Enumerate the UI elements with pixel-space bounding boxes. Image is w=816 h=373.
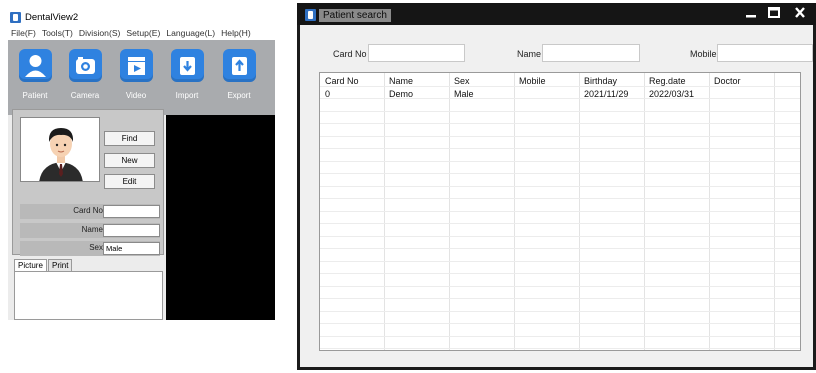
- window-title: DentalView2: [25, 12, 79, 23]
- maximize-icon: [768, 7, 780, 18]
- title-bar: Patient search: [297, 3, 816, 25]
- table-cell[interactable]: Demo: [389, 89, 413, 99]
- toolbar: Patient Camera Video Import Export: [8, 40, 275, 115]
- row-divider: [320, 223, 800, 224]
- export-button[interactable]: Export: [220, 49, 258, 100]
- close-icon: [795, 7, 805, 18]
- row-divider: [320, 248, 800, 249]
- column-header[interactable]: Birthday: [584, 76, 617, 86]
- row-divider: [320, 336, 800, 337]
- camera-icon: [68, 49, 102, 82]
- name-label: Name: [81, 225, 103, 234]
- mobile-search-input[interactable]: [717, 44, 813, 62]
- column-header[interactable]: Mobile: [519, 76, 546, 86]
- video-button[interactable]: Video: [117, 49, 155, 100]
- name-search-label: Name: [517, 49, 542, 59]
- row-divider: [320, 186, 800, 187]
- row-divider: [320, 273, 800, 274]
- card-no-search-label: Card No: [333, 49, 367, 59]
- row-divider: [320, 148, 800, 149]
- row-divider: [320, 311, 800, 312]
- row-divider: [320, 136, 800, 137]
- table-body: Card No Name Sex Mobile Birthday Reg.date Doct…: [320, 73, 800, 350]
- patient-panel: Find New Edit Card No Name Sex: [12, 109, 164, 256]
- table-cell[interactable]: 2022/03/31: [649, 89, 694, 99]
- import-icon: [170, 49, 204, 82]
- patient-photo: [20, 117, 100, 182]
- close-button[interactable]: [787, 3, 813, 23]
- edit-button[interactable]: Edit: [104, 174, 155, 189]
- row-divider: [320, 261, 800, 262]
- column-header[interactable]: Reg.date: [649, 76, 686, 86]
- column-header[interactable]: Name: [389, 76, 413, 86]
- row-divider: [320, 323, 800, 324]
- card-no-label: Card No: [73, 206, 103, 215]
- new-button[interactable]: New: [104, 153, 155, 168]
- table-cell[interactable]: Male: [454, 89, 474, 99]
- column-header[interactable]: Card No: [325, 76, 359, 86]
- avatar: [39, 128, 83, 181]
- tab-picture[interactable]: Picture: [14, 259, 47, 271]
- row-divider: [320, 348, 800, 349]
- maximize-button[interactable]: [761, 3, 787, 23]
- row-divider: [320, 111, 800, 112]
- table-cell[interactable]: 2021/11/29: [584, 89, 628, 99]
- row-divider: [320, 173, 800, 174]
- row-divider: [320, 198, 800, 199]
- menu-tools[interactable]: Tools(T): [39, 27, 76, 40]
- card-no-search-input[interactable]: [368, 44, 465, 62]
- sex-field[interactable]: [103, 242, 160, 255]
- card-no-row: Card No: [20, 204, 160, 219]
- bottom-tabs: Picture Print: [12, 259, 164, 271]
- tab-print[interactable]: Print: [48, 259, 73, 271]
- patient-table: Card No Name Sex Mobile Birthday Reg.date Doct…: [319, 72, 801, 351]
- mobile-search-label: Mobile: [690, 49, 717, 59]
- sex-label: Sex: [89, 243, 103, 252]
- app-icon: [305, 9, 316, 21]
- row-divider: [320, 298, 800, 299]
- name-search-input[interactable]: [542, 44, 640, 62]
- name-row: Name: [20, 223, 160, 238]
- dentalview-window: DentalView2 File(F) Tools(T) Division(S)…: [8, 9, 275, 320]
- picture-panel: [14, 271, 163, 320]
- import-label: Import: [175, 91, 199, 100]
- sex-row: Sex: [20, 241, 160, 256]
- card-no-field[interactable]: [103, 205, 160, 218]
- name-field[interactable]: [103, 224, 160, 237]
- row-divider: [320, 236, 800, 237]
- row-divider: [320, 211, 800, 212]
- person-icon: [18, 49, 52, 82]
- title-bar: DentalView2: [8, 9, 275, 27]
- camera-button[interactable]: Camera: [66, 49, 104, 100]
- export-icon: [222, 49, 256, 82]
- find-button[interactable]: Find: [104, 131, 155, 146]
- app-icon: [10, 12, 21, 23]
- column-header[interactable]: Doctor: [714, 76, 741, 86]
- export-label: Export: [227, 91, 251, 100]
- row-divider: [320, 123, 800, 124]
- row-divider: [320, 161, 800, 162]
- camera-label: Camera: [70, 91, 100, 100]
- window-title: Patient search: [319, 9, 391, 22]
- menu-language[interactable]: Language(L): [163, 27, 218, 40]
- row-divider: [320, 86, 800, 87]
- patient-button[interactable]: Patient: [16, 49, 54, 100]
- row-divider: [320, 286, 800, 287]
- menu-setup[interactable]: Setup(E): [123, 27, 163, 40]
- patient-search-window: Patient search Card No Name Mobile Card …: [297, 3, 816, 370]
- image-viewport: [166, 115, 275, 320]
- menu-file[interactable]: File(F): [8, 27, 39, 40]
- video-icon: [119, 49, 153, 82]
- menu-help[interactable]: Help(H): [218, 27, 254, 40]
- search-dialog-body: Card No Name Mobile Card No Name Sex Mobile…: [300, 25, 813, 367]
- menu-division[interactable]: Division(S): [76, 27, 124, 40]
- table-cell[interactable]: 0: [325, 89, 330, 99]
- patient-label: Patient: [22, 91, 48, 100]
- column-header[interactable]: Sex: [454, 76, 470, 86]
- import-button[interactable]: Import: [168, 49, 206, 100]
- menu-bar: File(F) Tools(T) Division(S) Setup(E) La…: [8, 27, 275, 40]
- video-label: Video: [125, 91, 147, 100]
